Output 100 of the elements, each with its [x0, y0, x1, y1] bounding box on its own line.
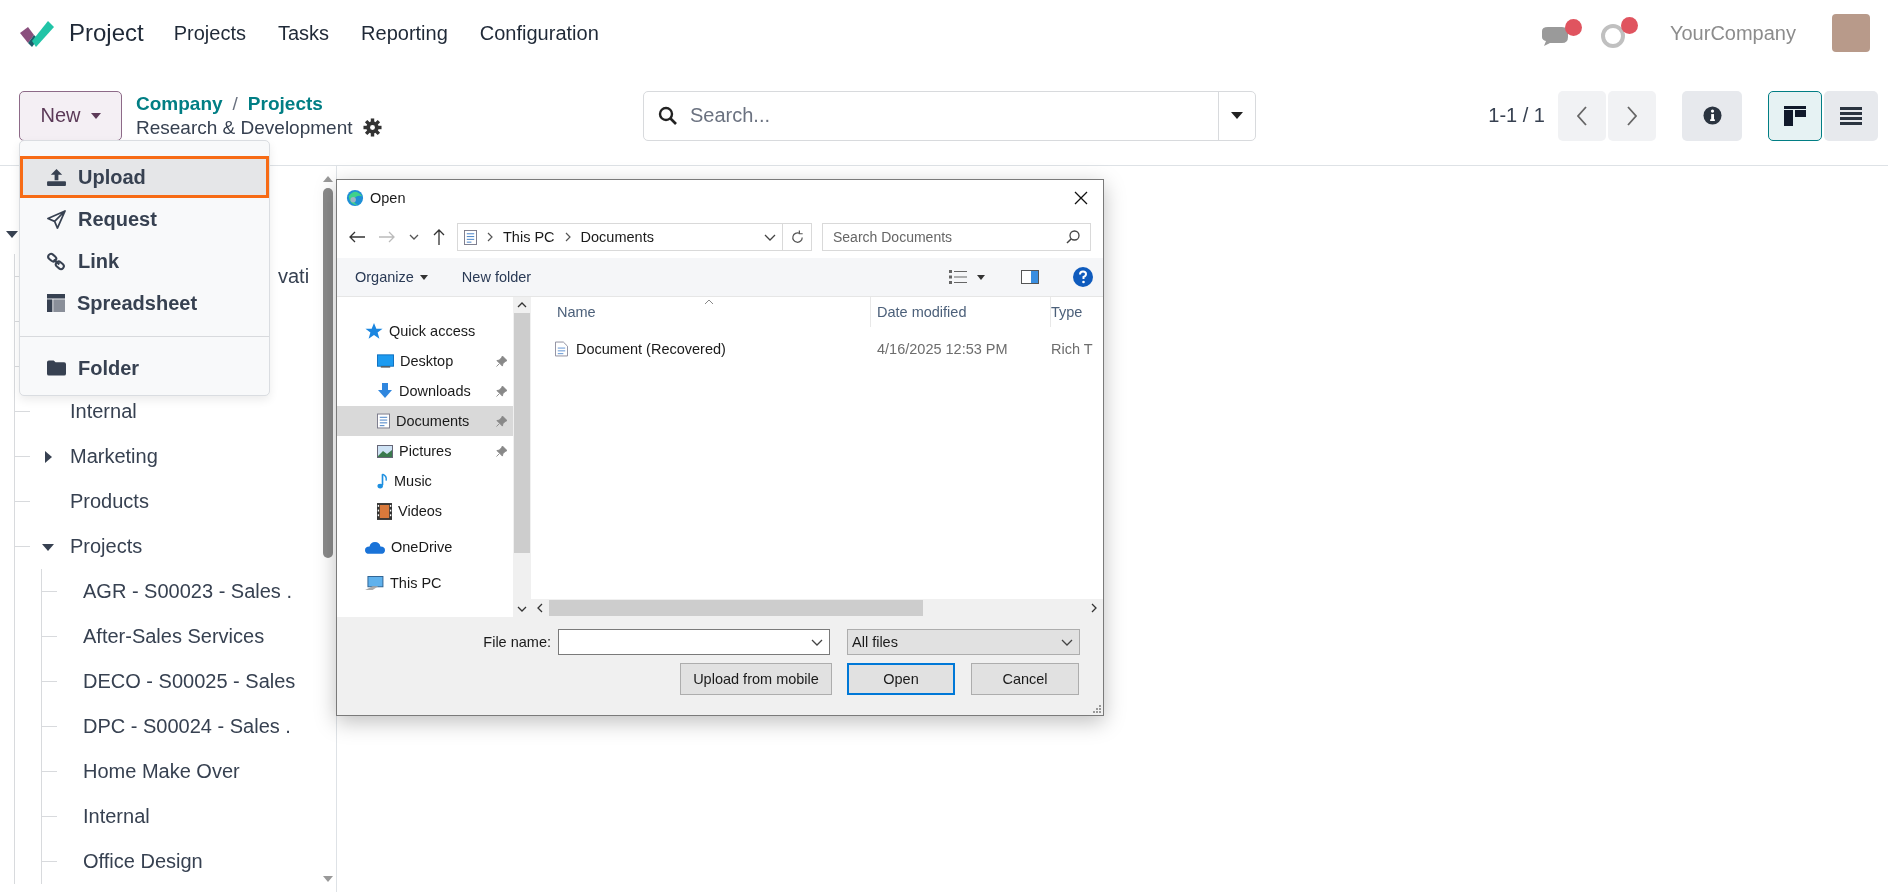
new-folder-button[interactable]: New folder: [449, 265, 544, 289]
chevron-left-icon: [1577, 105, 1587, 126]
folder-label[interactable]: Office Design: [83, 850, 203, 873]
menu-item[interactable]: Link: [20, 240, 269, 282]
nav-item[interactable]: Downloads: [337, 376, 513, 406]
nav-item[interactable]: OneDrive: [337, 532, 513, 562]
document-icon: [464, 229, 477, 245]
folder-label[interactable]: DECO - S00025 - Sales: [83, 670, 296, 693]
dialog-button[interactable]: Cancel: [971, 663, 1079, 695]
nav-item[interactable]: Pictures: [337, 436, 513, 466]
scrollbar-thumb[interactable]: [514, 313, 530, 553]
paper-plane-icon: [47, 209, 66, 229]
menu-item[interactable]: Folder: [20, 347, 269, 389]
chevron-down-icon[interactable]: [811, 638, 823, 646]
folder-label[interactable]: Internal: [70, 400, 137, 423]
column-header[interactable]: Type: [1051, 297, 1083, 327]
refresh-button[interactable]: [783, 223, 812, 251]
back-arrow-icon[interactable]: [349, 231, 365, 243]
breadcrumb-link[interactable]: Projects: [247, 92, 323, 115]
search-bar[interactable]: Search...: [643, 90, 1256, 141]
file-type-dropdown[interactable]: All files: [847, 629, 1080, 655]
close-icon: [1074, 191, 1088, 205]
folder-label[interactable]: Home Make Over: [83, 760, 240, 783]
nav-item[interactable]: This PC: [337, 568, 513, 598]
search-icon: [658, 105, 678, 126]
folder-label[interactable]: Marketing: [70, 445, 158, 468]
clock-icon[interactable]: [1600, 23, 1626, 49]
column-header[interactable]: Date modified: [871, 297, 1051, 327]
chevron-down-icon[interactable]: [409, 234, 419, 240]
organize-button[interactable]: Organize: [343, 265, 440, 289]
refresh-icon: [789, 229, 805, 245]
column-header[interactable]: Name: [531, 297, 871, 327]
nav-item[interactable]: Quick access: [337, 316, 513, 346]
kanban-view-button[interactable]: [1768, 90, 1822, 141]
upload-icon: [47, 168, 66, 186]
help-icon[interactable]: [1073, 267, 1093, 287]
pin-icon[interactable]: [496, 355, 507, 367]
folder-label[interactable]: AGR - S00023 - Sales .: [83, 580, 292, 603]
menu-item[interactable]: Upload: [20, 156, 269, 198]
info-button[interactable]: [1682, 90, 1742, 141]
app-name[interactable]: Project: [69, 19, 144, 47]
scrollbar-thumb[interactable]: [323, 188, 333, 558]
nav-item[interactable]: Desktop: [337, 346, 513, 376]
folder-label[interactable]: DPC - S00024 - Sales .: [83, 715, 291, 738]
dialog-button[interactable]: Upload from mobile: [680, 663, 832, 695]
caret-icon[interactable]: [6, 228, 18, 240]
star-icon: [365, 322, 383, 340]
caret-icon: [90, 112, 101, 119]
file-name-label: File name:: [482, 634, 552, 650]
app-logo-icon[interactable]: [18, 19, 54, 47]
folder-label[interactable]: Projects: [70, 535, 143, 558]
nav-item[interactable]: Documents: [337, 406, 513, 436]
chevron-down-icon[interactable]: [764, 233, 776, 241]
dialog-title: Open: [370, 190, 406, 206]
scrollbar-thumb[interactable]: [549, 600, 923, 616]
nav-item[interactable]: Videos: [337, 496, 513, 526]
pin-icon[interactable]: [496, 445, 507, 457]
chevron-right-icon: [1627, 105, 1637, 126]
new-button[interactable]: New: [19, 90, 122, 141]
breadcrumb-link[interactable]: Company: [136, 92, 223, 115]
menu-item[interactable]: Request: [20, 198, 269, 240]
menu-item[interactable]: Reporting: [361, 21, 448, 45]
folder-label[interactable]: vati: [278, 265, 310, 288]
chevron-right-icon[interactable]: [487, 232, 493, 242]
caret-icon[interactable]: [42, 450, 54, 463]
gear-icon[interactable]: [362, 118, 382, 137]
caret-icon[interactable]: [977, 274, 985, 280]
list-view-button[interactable]: [1824, 90, 1878, 141]
folder-label[interactable]: After-Sales Services: [83, 625, 265, 648]
folder-label[interactable]: Products: [70, 490, 149, 513]
film-icon: [377, 502, 392, 520]
chat-icon[interactable]: [1540, 25, 1570, 47]
dialog-button[interactable]: Open: [847, 663, 955, 695]
path-segment[interactable]: Documents: [580, 229, 654, 245]
search-icon[interactable]: [1066, 230, 1080, 244]
search-bar[interactable]: Search Documents: [822, 223, 1091, 251]
pager-value: 1-1 / 1: [1488, 104, 1545, 127]
document-icon: [555, 341, 568, 357]
caret-icon[interactable]: [1231, 112, 1243, 119]
list-icon: [1840, 106, 1862, 125]
menu-item[interactable]: Configuration: [479, 21, 599, 45]
path-segment[interactable]: This PC: [503, 229, 555, 245]
chevron-right-icon[interactable]: [564, 232, 571, 242]
view-options-icon[interactable]: [949, 270, 967, 284]
download-arrow-icon: [377, 383, 393, 399]
resize-grip-icon[interactable]: [1093, 705, 1101, 713]
menu-item[interactable]: Projects: [173, 21, 246, 45]
pin-icon[interactable]: [496, 385, 507, 397]
menu-item[interactable]: Tasks: [277, 21, 330, 45]
monitor-icon: [377, 354, 394, 368]
menu-item[interactable]: Spreadsheet: [20, 282, 269, 324]
folder-label[interactable]: Internal: [83, 805, 150, 828]
kanban-icon: [1784, 105, 1806, 126]
preview-pane-icon[interactable]: [1021, 270, 1039, 284]
folder-icon: [47, 360, 66, 376]
search-field[interactable]: Search...: [688, 103, 1208, 128]
file-name[interactable]: Document (Recovered): [576, 341, 726, 357]
nav-item[interactable]: Music: [337, 466, 513, 496]
breadcrumb-separator: /: [232, 92, 238, 115]
up-arrow-icon[interactable]: [433, 229, 445, 245]
